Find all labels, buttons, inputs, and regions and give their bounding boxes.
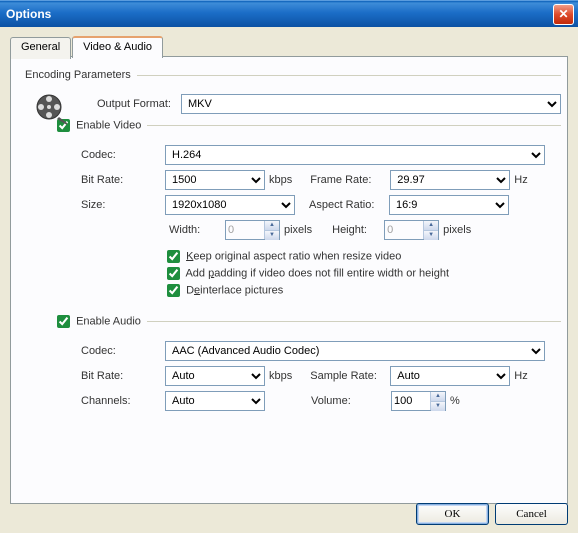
height-input xyxy=(385,221,423,239)
ok-button[interactable]: OK xyxy=(416,503,489,525)
audio-codec-select[interactable]: AAC (Advanced Audio Codec) xyxy=(165,341,545,361)
client-area: General Video & Audio Encoding Parameter… xyxy=(0,27,578,533)
width-label: Width: xyxy=(169,224,225,236)
audio-bitrate-unit: kbps xyxy=(265,370,292,382)
height-label: Height: xyxy=(328,224,384,236)
keep-aspect-label[interactable]: Keep original aspect ratio when resize v… xyxy=(186,250,401,262)
encoding-parameters-group: Encoding Parameters Output Format: MKV xyxy=(25,69,561,428)
video-bitrate-label: Bit Rate: xyxy=(81,174,165,186)
video-codec-label: Codec: xyxy=(81,149,165,161)
tab-video-audio[interactable]: Video & Audio xyxy=(72,36,163,58)
spinner-down-icon[interactable]: ▼ xyxy=(265,231,279,240)
window-title: Options xyxy=(6,7,553,21)
spinner-up-icon[interactable]: ▲ xyxy=(424,221,438,231)
video-framerate-unit: Hz xyxy=(510,174,527,186)
channels-label: Channels: xyxy=(81,395,165,407)
video-size-label: Size: xyxy=(81,199,165,211)
video-size-select[interactable]: 1920x1080 xyxy=(165,195,295,215)
sample-rate-unit: Hz xyxy=(510,370,527,382)
spinner-up-icon[interactable]: ▲ xyxy=(431,392,445,402)
height-spinner[interactable]: ▲▼ xyxy=(384,220,439,240)
volume-label: Volume: xyxy=(311,395,391,407)
width-input xyxy=(226,221,264,239)
output-format-label: Output Format: xyxy=(97,98,181,110)
tab-page-video-audio: Encoding Parameters Output Format: MKV xyxy=(10,56,568,504)
enable-video-legend: Enable Video xyxy=(57,119,147,132)
aspect-ratio-select[interactable]: 16:9 xyxy=(389,195,509,215)
video-framerate-label: Frame Rate: xyxy=(310,174,390,186)
add-padding-checkbox[interactable] xyxy=(167,267,180,280)
enable-audio-legend: Enable Audio xyxy=(57,315,147,328)
sample-rate-select[interactable]: Auto xyxy=(390,366,510,386)
tab-strip: General Video & Audio xyxy=(10,35,568,57)
aspect-ratio-label: Aspect Ratio: xyxy=(309,199,389,211)
enable-audio-checkbox[interactable] xyxy=(57,315,70,328)
titlebar: Options ✕ xyxy=(0,0,578,27)
video-bitrate-unit: kbps xyxy=(265,174,292,186)
spinner-down-icon[interactable]: ▼ xyxy=(424,231,438,240)
video-bitrate-select[interactable]: 1500 xyxy=(165,170,265,190)
keep-aspect-checkbox[interactable] xyxy=(167,250,180,263)
cancel-button[interactable]: Cancel xyxy=(495,503,568,525)
enable-audio-group: Enable Audio Codec: AAC (Advanced Audio … xyxy=(57,315,561,420)
volume-unit: % xyxy=(446,395,460,407)
audio-bitrate-label: Bit Rate: xyxy=(81,370,165,382)
sample-rate-label: Sample Rate: xyxy=(310,370,390,382)
spinner-down-icon[interactable]: ▼ xyxy=(431,402,445,411)
deinterlace-checkbox[interactable] xyxy=(167,284,180,297)
add-padding-label[interactable]: Add padding if video does not fill entir… xyxy=(185,267,449,279)
output-format-select[interactable]: MKV xyxy=(181,94,561,114)
volume-input[interactable] xyxy=(392,392,430,410)
audio-codec-label: Codec: xyxy=(81,345,165,357)
film-reel-icon xyxy=(35,93,67,125)
deinterlace-label[interactable]: Deinterlace pictures xyxy=(186,284,283,296)
volume-spinner[interactable]: ▲▼ xyxy=(391,391,446,411)
audio-bitrate-select[interactable]: Auto xyxy=(165,366,265,386)
width-unit: pixels xyxy=(280,224,312,236)
video-codec-select[interactable]: H.264 xyxy=(165,145,545,165)
height-unit: pixels xyxy=(439,224,471,236)
width-spinner[interactable]: ▲▼ xyxy=(225,220,280,240)
channels-select[interactable]: Auto xyxy=(165,391,265,411)
spinner-up-icon[interactable]: ▲ xyxy=(265,221,279,231)
tab-general[interactable]: General xyxy=(10,37,71,59)
enable-video-group: Enable Video Codec: H.264 Bit Rate: 1500… xyxy=(57,119,561,311)
video-framerate-select[interactable]: 29.97 xyxy=(390,170,510,190)
button-row: OK Cancel xyxy=(416,503,568,525)
close-button[interactable]: ✕ xyxy=(553,4,574,25)
encoding-parameters-legend: Encoding Parameters xyxy=(25,69,137,81)
